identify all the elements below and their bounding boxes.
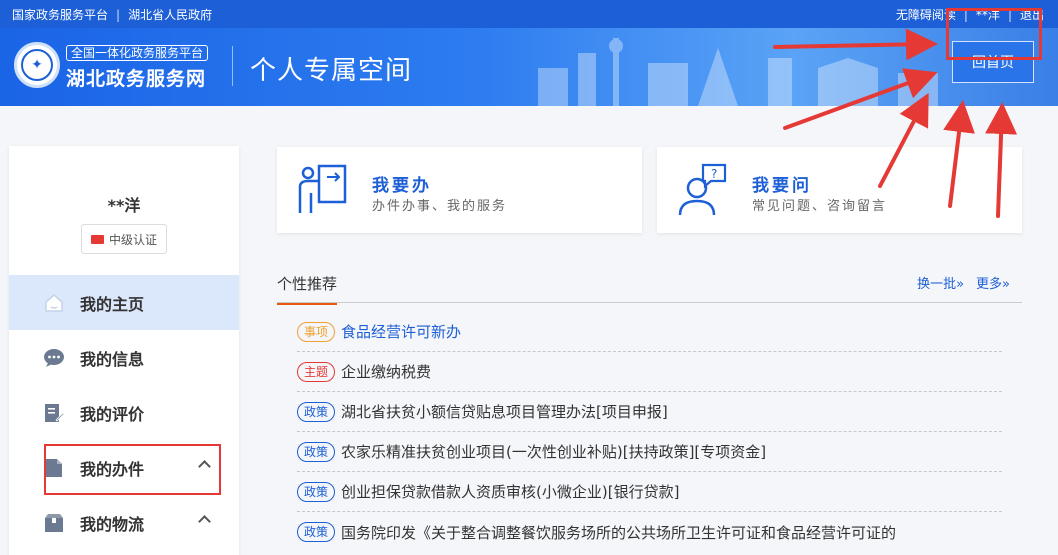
item-title[interactable]: 食品经营许可新办 [341,321,461,342]
chat-icon [43,347,65,369]
top-bar: 国家政务服务平台 | 湖北省人民政府 无障碍阅读 | **洋 | 退出 [0,0,1058,28]
ask-question-icon: ? [678,163,727,216]
item-title[interactable]: 企业缴纳税费 [341,361,431,382]
cert-label: 中级认证 [108,232,157,247]
user-link[interactable]: **洋 [976,6,1000,23]
card-title: 我要办 [372,176,432,196]
site-name[interactable]: 湖北政务服务网 [66,64,206,91]
sidebar-item-label: 我的物流 [80,514,145,534]
item-title[interactable]: 湖北省扶贫小额信贷贴息项目管理办法[项目申报] [341,401,668,422]
more-link[interactable]: 更多» [976,273,1010,292]
sidebar-item-label: 我的办件 [80,459,145,479]
item-tag: 政策 [297,401,336,422]
list-item[interactable]: 政策 创业担保贷款借款人资质审核(小微企业)[银行贷款] [297,472,1002,512]
item-tag: 政策 [297,522,336,542]
recommend-header: 个性推荐 换一批» 更多» [277,267,1022,305]
ask-question-card[interactable]: ? 我要问 常见问题、咨询留言 [657,147,1022,233]
document-icon [43,457,65,479]
separator: | [1007,7,1012,22]
sidebar-item-label: 我的评价 [80,404,145,424]
package-icon [43,512,65,534]
chevron-up-icon[interactable] [198,515,211,528]
svg-text:?: ? [711,167,717,181]
handle-affairs-icon [298,164,347,213]
item-tag: 政策 [297,441,336,462]
sidebar-item-logistics[interactable]: 我的物流 [9,495,239,550]
emblem-logo-icon: ✦ [14,42,60,88]
swap-batch-link[interactable]: 换一批» [917,273,964,292]
page-title: 个人专属空间 [250,56,413,86]
logout-link[interactable]: 退出 [1020,6,1044,23]
sidebar-item-my-cases[interactable]: 我的办件 [9,440,239,495]
home-button[interactable]: 回首页 [952,41,1034,83]
card-subtitle: 常见问题、咨询留言 [752,199,888,214]
item-title[interactable]: 农家乐精准扶贫创业项目(一次性创业补贴)[扶持政策][专项资金] [341,441,766,462]
tab-recommend[interactable]: 个性推荐 [277,273,338,305]
item-tag: 主题 [297,361,336,382]
separator: | [116,7,121,22]
handle-affairs-card[interactable]: 我要办 办件办事、我的服务 [277,147,642,233]
sidebar: **洋 中级认证 我的主页 我的信息 我的评价 我的办件 我的物流 [9,146,239,555]
header-divider [232,46,233,86]
user-name: **洋 [107,196,141,215]
item-title[interactable]: 国务院印发《关于整合调整餐饮服务场所的公共场所卫生许可证和食品经营许可证的 [341,522,896,543]
header-banner: ✦ 全国一体化政务服务平台 湖北政务服务网 个人专属空间 回首页 [0,28,1058,106]
chevron-up-icon[interactable] [198,460,211,473]
home-icon [43,292,65,314]
item-tag: 事项 [297,321,336,342]
list-item[interactable]: 政策 国务院印发《关于整合调整餐饮服务场所的公共场所卫生许可证和食品经营许可证的 [297,512,1002,552]
logo-badge: 全国一体化政务服务平台 [66,45,209,61]
card-title: 我要问 [752,176,812,196]
sidebar-item-home[interactable]: 我的主页 [9,275,239,330]
sidebar-item-info[interactable]: 我的信息 [9,330,239,385]
sidebar-item-label: 我的主页 [80,294,145,314]
list-item[interactable]: 事项 食品经营许可新办 [297,312,1002,352]
certification-badge[interactable]: 中级认证 [81,224,167,254]
separator: | [963,7,968,22]
id-card-icon [90,234,104,244]
list-item[interactable]: 政策 湖北省扶贫小额信贷贴息项目管理办法[项目申报] [297,392,1002,432]
national-platform-link[interactable]: 国家政务服务平台 [12,6,108,23]
sidebar-item-label: 我的信息 [80,349,145,369]
accessibility-link[interactable]: 无障碍阅读 [896,6,956,23]
list-item[interactable]: 政策 农家乐精准扶贫创业项目(一次性创业补贴)[扶持政策][专项资金] [297,432,1002,472]
recommend-list: 事项 食品经营许可新办 主题 企业缴纳税费 政策 湖北省扶贫小额信贷贴息项目管理… [297,312,1002,552]
edit-icon [43,402,65,424]
card-subtitle: 办件办事、我的服务 [372,199,508,214]
hubei-gov-link[interactable]: 湖北省人民政府 [128,6,212,23]
item-tag: 政策 [297,481,336,502]
sidebar-item-review[interactable]: 我的评价 [9,385,239,440]
city-skyline-illustration [538,38,938,106]
item-title[interactable]: 创业担保贷款借款人资质审核(小微企业)[银行贷款] [341,481,679,502]
list-item[interactable]: 主题 企业缴纳税费 [297,352,1002,392]
